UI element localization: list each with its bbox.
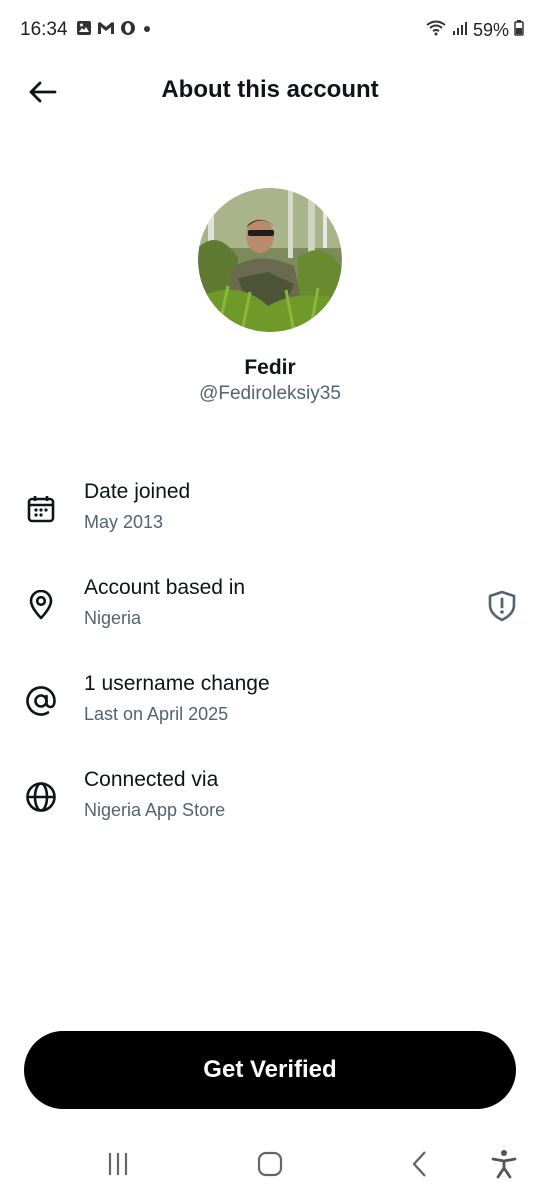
get-verified-button[interactable]: Get Verified <box>24 1031 516 1109</box>
calendar-icon <box>24 492 58 526</box>
dot-icon <box>141 20 153 41</box>
battery-percent: 59% <box>472 20 509 40</box>
location-pin-icon <box>24 588 58 622</box>
page-title: About this account <box>161 76 379 103</box>
gmail-icon <box>97 20 115 41</box>
status-time: 16:34 <box>20 19 68 40</box>
header: About this account <box>0 62 540 122</box>
system-nav-bar <box>0 1129 540 1199</box>
info-row-connected-via: Connected via Nigeria App Store <box>0 768 540 838</box>
system-icons: 59% <box>425 20 524 41</box>
info-row-username-change: 1 username change Last on April 2025 <box>0 672 540 742</box>
row-subtitle: May 2013 <box>84 512 164 532</box>
notification-icons <box>76 20 153 41</box>
status-bar: 16:34 59% <box>0 0 540 62</box>
battery-icon <box>514 20 524 41</box>
recents-icon[interactable] <box>98 1149 138 1179</box>
row-subtitle: Nigeria App Store <box>84 800 226 820</box>
opera-icon <box>120 20 136 41</box>
home-icon[interactable] <box>250 1149 290 1179</box>
row-title: Connected via <box>84 768 219 791</box>
row-title: Date joined <box>84 480 191 503</box>
row-title: Account based in <box>84 576 246 599</box>
row-title: 1 username change <box>84 672 270 695</box>
avatar[interactable] <box>198 188 342 332</box>
at-sign-icon <box>24 684 58 718</box>
globe-icon <box>24 780 58 814</box>
shield-alert-icon[interactable] <box>486 590 518 622</box>
display-name: Fedir <box>244 356 296 379</box>
info-row-date-joined: Date joined May 2013 <box>0 480 540 550</box>
wifi-icon <box>425 20 447 41</box>
info-row-account-based-in: Account based in Nigeria <box>0 576 540 646</box>
image-icon <box>76 20 92 41</box>
handle: @Fediroleksiy35 <box>199 383 341 404</box>
row-subtitle: Last on April 2025 <box>84 704 229 724</box>
row-subtitle: Nigeria <box>84 608 142 628</box>
back-icon[interactable] <box>400 1149 440 1179</box>
accessibility-icon[interactable] <box>484 1149 524 1179</box>
signal-icon <box>452 20 468 41</box>
